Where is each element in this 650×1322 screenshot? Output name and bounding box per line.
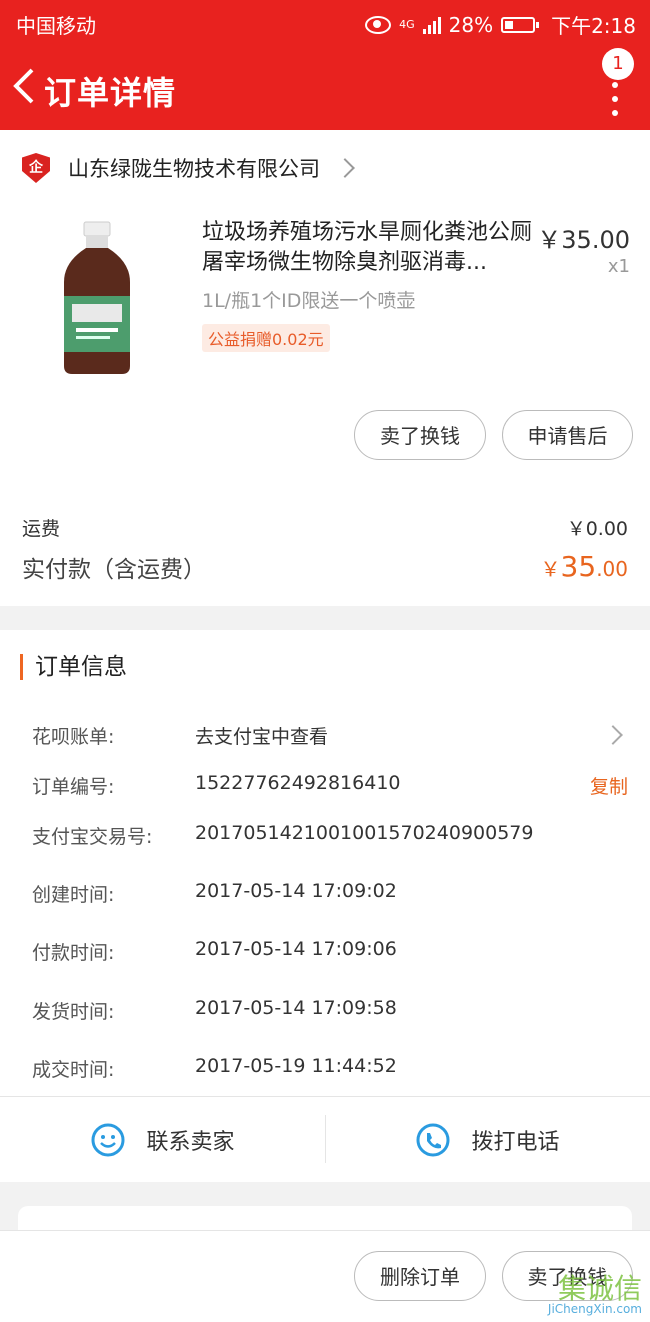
created-time-row: 创建时间: 2017-05-14 17:09:02 — [32, 880, 628, 908]
info-value: 2017-05-14 17:09:58 — [195, 997, 397, 1019]
bottom-action-bar: 删除订单 卖了换钱 集诚信 JiChengXin.com — [0, 1230, 650, 1322]
product-price: ￥35.00 — [537, 226, 630, 254]
shipping-value: ￥0.00 — [566, 518, 628, 540]
status-bar: 中国移动 4G 28% 下午2:18 — [0, 0, 650, 44]
shop-logo-icon: 企 — [22, 153, 50, 183]
carrier-label: 中国移动 — [16, 14, 96, 38]
total-row: 实付款（含运费） ￥35.00 — [22, 550, 628, 590]
back-arrow-icon[interactable] — [10, 66, 40, 106]
info-value: 15227762492816410 — [195, 772, 401, 794]
shipped-time-row: 发货时间: 2017-05-14 17:09:58 — [32, 997, 628, 1025]
alipay-trade-row: 支付宝交易号: 2017051421001001570240900579 — [32, 822, 628, 850]
delete-order-button[interactable]: 删除订单 — [354, 1251, 486, 1301]
total-amount: ￥35.00 — [541, 550, 628, 583]
donation-tag: 公益捐赠0.02元 — [202, 324, 330, 352]
order-number-row: 订单编号: 15227762492816410 复制 — [32, 772, 628, 800]
network-label: 4G — [399, 17, 415, 31]
info-label: 支付宝交易号: — [32, 826, 153, 848]
shipping-label: 运费 — [22, 518, 61, 540]
info-value: 2017-05-14 17:09:06 — [195, 938, 397, 960]
sell-for-cash-button[interactable]: 卖了换钱 — [354, 410, 486, 460]
info-label: 花呗账单: — [32, 726, 115, 748]
total-integer: 35 — [560, 550, 597, 583]
eye-icon — [365, 15, 392, 34]
product-title[interactable]: 垃圾场养殖场污水旱厕化粪池公厕屠宰场微生物除臭剂驱消毒... — [202, 218, 542, 278]
battery-percent: 28% — [448, 12, 494, 37]
info-label: 成交时间: — [32, 1059, 115, 1081]
order-info-title: 订单信息 — [20, 654, 127, 680]
shipping-row: 运费 ￥0.00 — [22, 514, 628, 542]
battery-icon — [501, 16, 540, 33]
shop-name: 山东绿陇生物技术有限公司 — [68, 157, 320, 181]
call-phone-button[interactable]: 拨打电话 — [325, 1097, 650, 1183]
info-label: 订单编号: — [32, 776, 115, 798]
product-image[interactable] — [42, 218, 152, 378]
total-currency: ￥ — [540, 557, 561, 581]
completed-time-row: 成交时间: 2017-05-19 11:44:52 — [32, 1055, 628, 1083]
info-value: 2017-05-19 11:44:52 — [195, 1055, 397, 1077]
status-icons: 4G 28% 下午2:18 — [365, 10, 636, 39]
watermark-en: JiChengXin.com — [547, 1302, 642, 1316]
huabei-bill-row[interactable]: 花呗账单: 去支付宝中查看 — [32, 722, 628, 750]
info-value: 去支付宝中查看 — [195, 726, 329, 748]
contact-seller-label: 联系卖家 — [146, 1130, 235, 1155]
more-menu-icon[interactable] — [612, 82, 620, 126]
header: 中国移动 4G 28% 下午2:18 订单详情 1 — [0, 0, 650, 130]
order-card: 企 山东绿陇生物技术有限公司 垃圾场养殖场污水旱厕化粪池公厕屠宰场微生物除臭剂驱… — [0, 130, 650, 606]
info-label: 付款时间: — [32, 942, 115, 964]
product-quantity: x1 — [607, 256, 630, 277]
watermark-cn: 集诚信 — [557, 1272, 642, 1305]
page-title: 订单详情 — [44, 74, 177, 112]
nav-bar: 订单详情 1 — [0, 48, 650, 126]
clock: 下午2:18 — [551, 14, 636, 38]
copy-button[interactable]: 复制 — [590, 772, 628, 799]
apply-after-sale-button[interactable]: 申请售后 — [502, 410, 633, 460]
watermark: 集诚信 JiChengXin.com — [547, 1275, 642, 1317]
chevron-right-icon — [335, 158, 355, 178]
contact-seller-button[interactable]: 联系卖家 — [0, 1097, 325, 1183]
info-value: 2017-05-14 17:09:02 — [195, 880, 397, 902]
paid-time-row: 付款时间: 2017-05-14 17:09:06 — [32, 938, 628, 966]
order-info-card: 订单信息 花呗账单: 去支付宝中查看 订单编号: 152277624928164… — [0, 630, 650, 1182]
signal-icon — [422, 16, 441, 34]
total-label: 实付款（含运费） — [22, 557, 206, 583]
chevron-right-icon — [603, 725, 623, 745]
info-label: 创建时间: — [32, 884, 115, 906]
info-value: 2017051421001001570240900579 — [195, 822, 534, 844]
chat-smile-icon — [91, 1123, 125, 1157]
product-spec: 1L/瓶1个ID限送一个喷壶 — [202, 290, 416, 312]
phone-icon — [416, 1123, 450, 1157]
total-decimal: .00 — [596, 557, 628, 581]
call-phone-label: 拨打电话 — [471, 1130, 560, 1155]
notification-badge: 1 — [602, 48, 634, 80]
info-label: 发货时间: — [32, 1001, 115, 1023]
contact-actions: 联系卖家 拨打电话 — [0, 1096, 650, 1183]
shop-row[interactable]: 企 山东绿陇生物技术有限公司 — [22, 150, 355, 186]
